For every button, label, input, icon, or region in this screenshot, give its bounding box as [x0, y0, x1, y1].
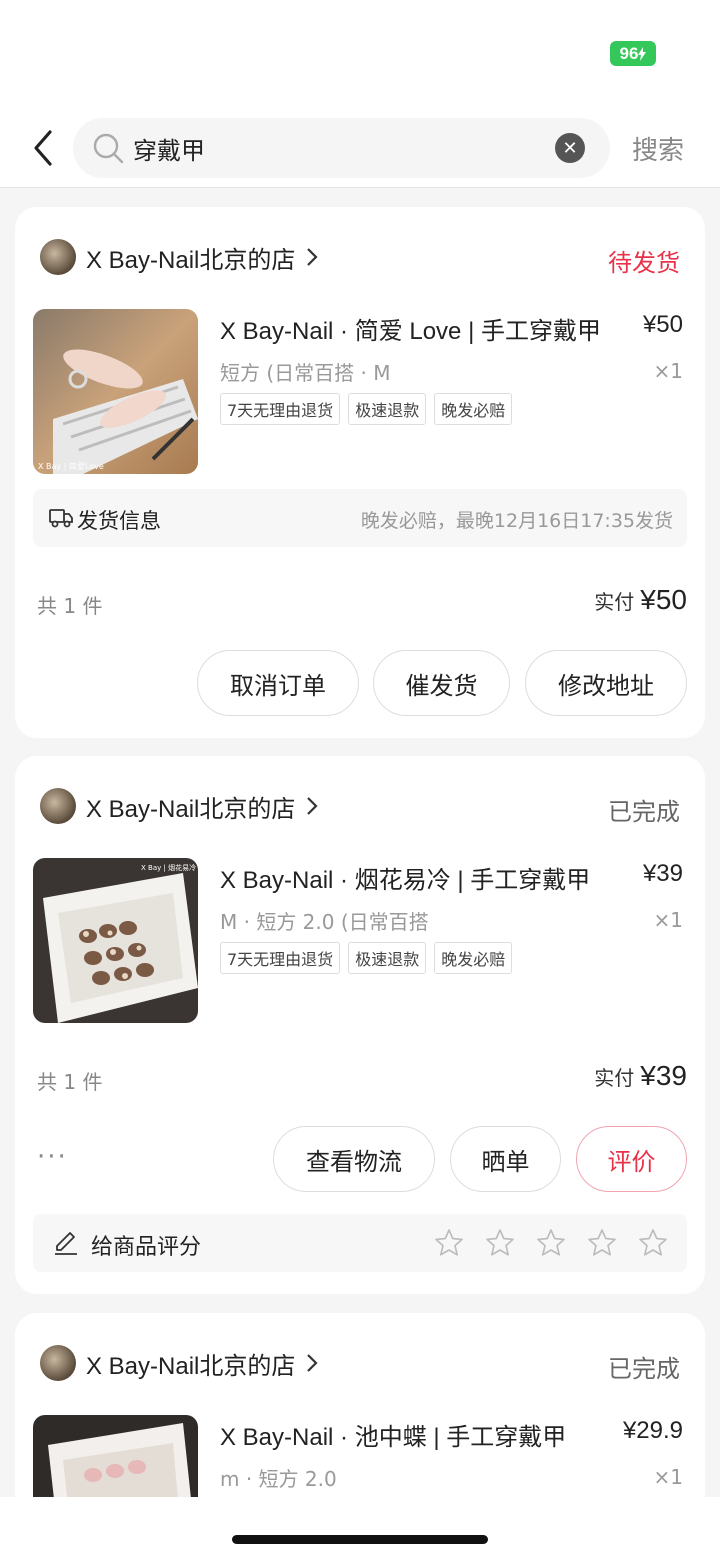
search-header: ✕ 搜索 [0, 110, 720, 188]
service-tags: 7天无理由退货 极速退款 晚发必赔 [220, 942, 513, 974]
search-input[interactable] [133, 118, 533, 178]
order-status: 已完成 [608, 798, 680, 826]
close-icon: ✕ [562, 137, 578, 159]
order-status: 待发货 [608, 249, 680, 277]
paid-label: 实付 [594, 590, 635, 614]
service-tag: 极速退款 [348, 942, 427, 974]
shop-avatar [40, 1345, 76, 1381]
shop-avatar [40, 239, 76, 275]
urge-shipping-button[interactable]: 催发货 [373, 650, 510, 716]
product-quantity: ×1 [653, 1465, 683, 1489]
service-tag: 晚发必赔 [434, 393, 513, 425]
product-sku: M · 短方 2.0 (日常百搭 [220, 910, 429, 934]
review-button[interactable]: 评价 [576, 1126, 687, 1192]
service-tag: 7天无理由退货 [220, 942, 341, 974]
shop-link[interactable]: X Bay-Nail北京的店 [40, 1343, 319, 1383]
order-status: 已完成 [608, 1355, 680, 1383]
bottom-safe-area [0, 1497, 720, 1560]
star-icon[interactable] [535, 1227, 567, 1259]
shop-link[interactable]: X Bay-Nail北京的店 [40, 237, 319, 277]
paid-total: 实付 ¥50 [594, 584, 687, 616]
status-bar: 96 [0, 0, 720, 110]
service-tags: 7天无理由退货 极速退款 晚发必赔 [220, 393, 513, 425]
more-options-button[interactable]: ··· [37, 1142, 68, 1172]
battery-indicator: 96 [610, 41, 656, 66]
service-tag: 7天无理由退货 [220, 393, 341, 425]
edit-address-button[interactable]: 修改地址 [525, 650, 687, 716]
chevron-right-icon [307, 1354, 318, 1372]
product-title[interactable]: X Bay-Nail · 池中蝶 | 手工穿戴甲 [220, 1417, 590, 1452]
order-card: X Bay-Nail北京的店 待发货 X Bay | 简爱Love X Bay-… [15, 207, 705, 738]
product-price: ¥29.9 [622, 1417, 683, 1444]
search-box[interactable]: ✕ [73, 118, 610, 178]
search-icon [93, 133, 124, 164]
star-icon[interactable] [433, 1227, 465, 1259]
product-title[interactable]: X Bay-Nail · 简爱 Love | 手工穿戴甲 [220, 311, 620, 346]
product-quantity: ×1 [653, 908, 683, 932]
search-button[interactable]: 搜索 [632, 130, 684, 167]
shop-name: X Bay-Nail北京的店 [86, 246, 296, 274]
share-order-button[interactable]: 晒单 [450, 1126, 561, 1192]
service-tag: 晚发必赔 [434, 942, 513, 974]
shipping-label: 发货信息 [77, 509, 161, 533]
paid-total: 实付 ¥39 [594, 1060, 687, 1092]
chevron-right-icon [307, 248, 318, 266]
chevron-right-icon [307, 797, 318, 815]
clear-search-button[interactable]: ✕ [555, 133, 585, 163]
star-icon[interactable] [484, 1227, 516, 1259]
product-price: ¥39 [642, 860, 683, 887]
rating-label: 给商品评分 [91, 1235, 202, 1260]
shop-link[interactable]: X Bay-Nail北京的店 [40, 786, 319, 826]
product-image[interactable]: X Bay | 简爱Love [33, 309, 198, 474]
thumb-caption: X Bay | 简爱Love [38, 461, 104, 471]
rating-panel: 给商品评分 [33, 1214, 687, 1272]
product-image[interactable]: X Bay | 烟花易冷 //短方 [33, 858, 198, 1023]
battery-level: 96 [619, 43, 639, 63]
product-photo: X Bay | 烟花易冷 //短方 [33, 858, 198, 1023]
shop-name: X Bay-Nail北京的店 [86, 795, 296, 823]
home-indicator[interactable] [232, 1535, 488, 1544]
product-quantity: ×1 [653, 359, 683, 383]
product-price: ¥50 [642, 311, 683, 338]
product-photo: X Bay | 简爱Love [33, 309, 198, 474]
star-icon[interactable] [637, 1227, 669, 1259]
product-sku: 短方 (日常百搭 · M [220, 361, 391, 385]
paid-label: 实付 [594, 1066, 635, 1090]
pencil-icon [55, 1232, 77, 1255]
service-tag: 极速退款 [348, 393, 427, 425]
item-count: 共 1 件 [37, 594, 103, 618]
paid-amount: ¥50 [640, 584, 687, 615]
order-card: X Bay-Nail北京的店 已完成 X Bay | 烟花易冷 //短方 X B… [15, 756, 705, 1294]
shop-name: X Bay-Nail北京的店 [86, 1352, 296, 1380]
cancel-order-button[interactable]: 取消订单 [197, 650, 359, 716]
item-count: 共 1 件 [37, 1070, 103, 1094]
product-sku: m · 短方 2.0 [220, 1467, 337, 1491]
product-title[interactable]: X Bay-Nail · 烟花易冷 | 手工穿戴甲 [220, 860, 620, 895]
star-icon[interactable] [586, 1227, 618, 1259]
back-arrow-icon[interactable] [28, 128, 58, 168]
shipping-detail: 晚发必赔，最晚12月16日17:35发货 [360, 510, 673, 532]
shipping-info[interactable]: 发货信息 晚发必赔，最晚12月16日17:35发货 [33, 489, 687, 547]
truck-icon [49, 509, 73, 528]
star-rating [433, 1227, 669, 1259]
view-logistics-button[interactable]: 查看物流 [273, 1126, 435, 1192]
thumb-caption: X Bay | 烟花易冷 //短方 [141, 863, 198, 872]
paid-amount: ¥39 [640, 1060, 687, 1091]
charging-bolt-icon [638, 46, 647, 61]
shop-avatar [40, 788, 76, 824]
